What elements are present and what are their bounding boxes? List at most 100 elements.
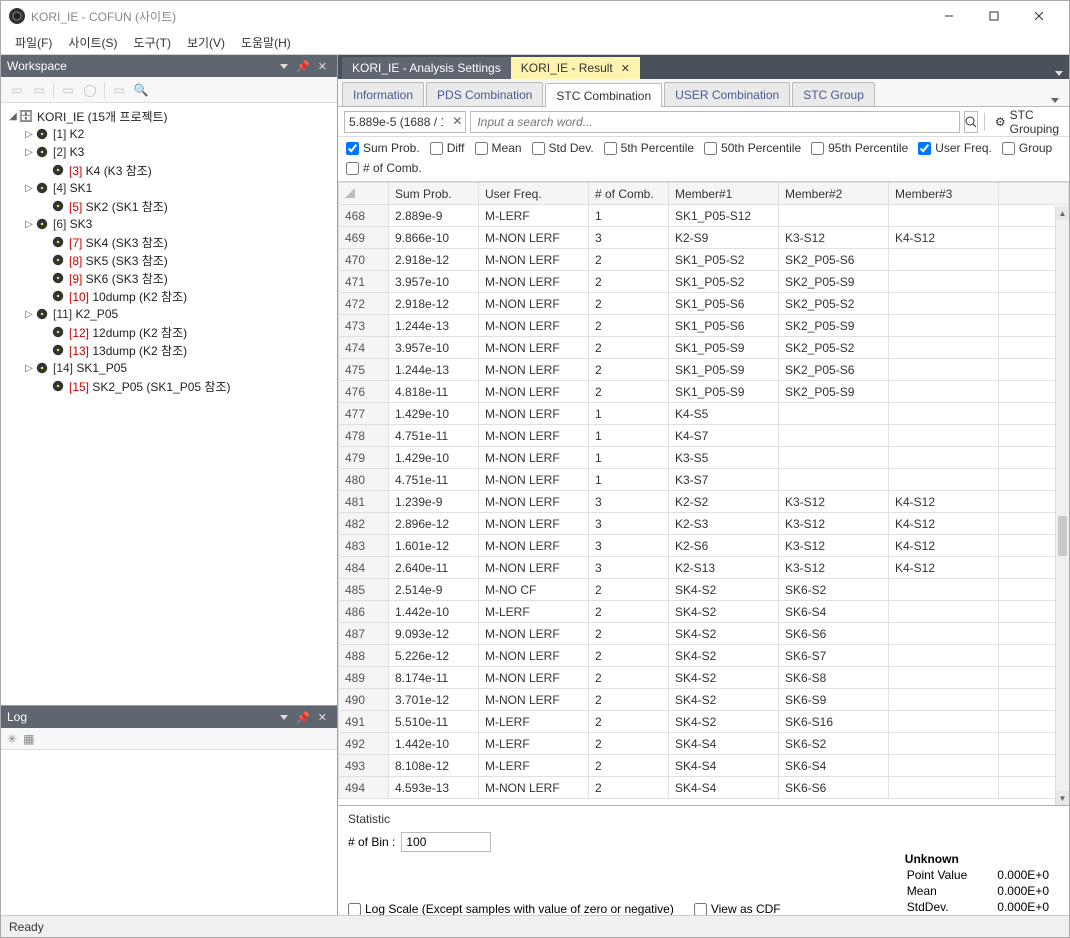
check-sum-prob[interactable]: Sum Prob.	[346, 141, 420, 155]
table-row[interactable]: 4879.093e-12M-NON LERF2SK4-S2SK6-S6	[339, 623, 1069, 645]
tab-stc-group[interactable]: STC Group	[792, 82, 875, 106]
menu-view[interactable]: 보기(V)	[179, 31, 233, 54]
table-row[interactable]: 4713.957e-10M-NON LERF2SK1_P05-S2SK2_P05…	[339, 271, 1069, 293]
tree-item[interactable]: ▷[2] K3	[3, 143, 335, 161]
col-extra[interactable]	[999, 183, 1069, 205]
scroll-up-icon[interactable]: ▲	[1056, 206, 1069, 220]
tree-item[interactable]: [8] SK5 (SK3 참조)	[3, 251, 335, 269]
table-row[interactable]: 4804.751e-11M-NON LERF1K3-S7	[339, 469, 1069, 491]
table-row[interactable]: 4903.701e-12M-NON LERF2SK4-S2SK6-S9	[339, 689, 1069, 711]
tab-pds-combination[interactable]: PDS Combination	[426, 82, 543, 106]
table-row[interactable]: 4764.818e-11M-NON LERF2SK1_P05-S9SK2_P05…	[339, 381, 1069, 403]
table-row[interactable]: 4852.514e-9M-NO CF2SK4-S2SK6-S2	[339, 579, 1069, 601]
tree-item[interactable]: ▷[14] SK1_P05	[3, 359, 335, 377]
search-button[interactable]	[964, 111, 978, 133]
toolbar-btn-6[interactable]: 🔍	[131, 80, 151, 100]
log-close-icon[interactable]: ✕	[314, 711, 331, 724]
col-user-freq[interactable]: User Freq.	[479, 183, 589, 205]
menu-site[interactable]: 사이트(S)	[60, 31, 125, 54]
tree-item[interactable]: ▷[11] K2_P05	[3, 305, 335, 323]
minimize-button[interactable]	[926, 1, 971, 31]
workspace-pin-icon[interactable]: 📌	[292, 60, 314, 73]
tab-information[interactable]: Information	[342, 82, 424, 106]
check-mean[interactable]: Mean	[475, 141, 522, 155]
table-row[interactable]: 4915.510e-11M-LERF2SK4-S2SK6-S16	[339, 711, 1069, 733]
col-num-comb[interactable]: # of Comb.	[589, 183, 669, 205]
table-row[interactable]: 4784.751e-11M-NON LERF1K4-S7	[339, 425, 1069, 447]
workspace-dropdown-icon[interactable]	[276, 60, 292, 72]
log-dropdown-icon[interactable]	[276, 711, 292, 723]
scroll-thumb[interactable]	[1058, 516, 1067, 556]
tree-item[interactable]: ▷[6] SK3	[3, 215, 335, 233]
check-num-comb[interactable]: # of Comb.	[346, 161, 422, 175]
tree-item[interactable]: [10] 10dump (K2 참조)	[3, 287, 335, 305]
table-row[interactable]: 4898.174e-11M-NON LERF2SK4-S2SK6-S8	[339, 667, 1069, 689]
check-5th[interactable]: 5th Percentile	[604, 141, 694, 155]
tab-user-combination[interactable]: USER Combination	[664, 82, 790, 106]
tree-root[interactable]: ◢ 🗄 KORI_IE (15개 프로젝트)	[3, 107, 335, 125]
check-log-scale[interactable]: Log Scale (Except samples with value of …	[348, 902, 674, 916]
check-diff[interactable]: Diff	[430, 141, 465, 155]
table-row[interactable]: 4822.896e-12M-NON LERF3K2-S3K3-S12K4-S12	[339, 513, 1069, 535]
log-btn-clear[interactable]: ✳	[7, 732, 17, 746]
check-std-dev[interactable]: Std Dev.	[532, 141, 594, 155]
col-member-2[interactable]: Member#2	[779, 183, 889, 205]
close-tab-icon[interactable]: ✕	[621, 62, 630, 75]
table-row[interactable]: 4682.889e-9M-LERF1SK1_P05-S12	[339, 205, 1069, 227]
tree-item[interactable]: ▷[1] K2	[3, 125, 335, 143]
table-row[interactable]: 4842.640e-11M-NON LERF3K2-S13K3-S12K4-S1…	[339, 557, 1069, 579]
toolbar-btn-2[interactable]: ▭	[29, 80, 49, 100]
toolbar-btn-5[interactable]: ▭	[109, 80, 129, 100]
toolbar-btn-1[interactable]: ▭	[7, 80, 27, 100]
menu-help[interactable]: 도움말(H)	[233, 31, 299, 54]
tree-item[interactable]: ▷[4] SK1	[3, 179, 335, 197]
table-row[interactable]: 4938.108e-12M-LERF2SK4-S4SK6-S4	[339, 755, 1069, 777]
col-member-3[interactable]: Member#3	[889, 183, 999, 205]
workspace-close-icon[interactable]: ✕	[314, 60, 331, 73]
col-member-1[interactable]: Member#1	[669, 183, 779, 205]
table-row[interactable]: 4722.918e-12M-NON LERF2SK1_P05-S6SK2_P05…	[339, 293, 1069, 315]
tab-stc-combination[interactable]: STC Combination	[545, 83, 662, 107]
table-row[interactable]: 4791.429e-10M-NON LERF1K3-S5	[339, 447, 1069, 469]
col-sum-prob[interactable]: Sum Prob.	[389, 183, 479, 205]
bin-input[interactable]	[401, 832, 491, 852]
scroll-down-icon[interactable]: ▼	[1056, 791, 1069, 805]
tab-analysis-settings[interactable]: KORI_IE - Analysis Settings	[342, 57, 511, 79]
check-view-cdf[interactable]: View as CDF	[694, 902, 781, 916]
toolbar-btn-3[interactable]: ▭	[58, 80, 78, 100]
table-row[interactable]: 4731.244e-13M-NON LERF2SK1_P05-S6SK2_P05…	[339, 315, 1069, 337]
tab-result[interactable]: KORI_IE - Result ✕	[511, 57, 640, 79]
filter-input[interactable]	[344, 111, 466, 133]
tree-item[interactable]: [12] 12dump (K2 참조)	[3, 323, 335, 341]
result-table[interactable]: Sum Prob. User Freq. # of Comb. Member#1…	[338, 182, 1069, 799]
check-user-freq[interactable]: User Freq.	[918, 141, 992, 155]
table-row[interactable]: 4743.957e-10M-NON LERF2SK1_P05-S9SK2_P05…	[339, 337, 1069, 359]
menu-file[interactable]: 파일(F)	[7, 31, 60, 54]
check-group[interactable]: Group	[1002, 141, 1052, 155]
maximize-button[interactable]	[971, 1, 1016, 31]
check-95th[interactable]: 95th Percentile	[811, 141, 908, 155]
table-row[interactable]: 4885.226e-12M-NON LERF2SK4-S2SK6-S7	[339, 645, 1069, 667]
search-input[interactable]	[470, 111, 960, 133]
tree-item[interactable]: [3] K4 (K3 참조)	[3, 161, 335, 179]
tree-item[interactable]: [7] SK4 (SK3 참조)	[3, 233, 335, 251]
inner-tabs-options-icon[interactable]	[1045, 92, 1065, 106]
log-btn-list[interactable]: ▦	[23, 732, 34, 746]
tree-item[interactable]: [15] SK2_P05 (SK1_P05 참조)	[3, 377, 335, 395]
table-row[interactable]: 4944.593e-13M-NON LERF2SK4-S4SK6-S6	[339, 777, 1069, 799]
table-row[interactable]: 4921.442e-10M-LERF2SK4-S4SK6-S2	[339, 733, 1069, 755]
check-50th[interactable]: 50th Percentile	[704, 141, 801, 155]
col-corner[interactable]	[339, 183, 389, 205]
doc-tabs-overflow-icon[interactable]	[1049, 65, 1069, 79]
table-row[interactable]: 4811.239e-9M-NON LERF3K2-S2K3-S12K4-S12	[339, 491, 1069, 513]
table-row[interactable]: 4702.918e-12M-NON LERF2SK1_P05-S2SK2_P05…	[339, 249, 1069, 271]
table-row[interactable]: 4771.429e-10M-NON LERF1K4-S5	[339, 403, 1069, 425]
project-tree[interactable]: ◢ 🗄 KORI_IE (15개 프로젝트) ▷[1] K2▷[2] K3[3]…	[1, 103, 337, 705]
toolbar-btn-4[interactable]: ◯	[80, 80, 100, 100]
vertical-scrollbar[interactable]: ▲ ▼	[1055, 206, 1069, 805]
table-row[interactable]: 4831.601e-12M-NON LERF3K2-S6K3-S12K4-S12	[339, 535, 1069, 557]
table-row[interactable]: 4699.866e-10M-NON LERF3K2-S9K3-S12K4-S12	[339, 227, 1069, 249]
table-row[interactable]: 4861.442e-10M-LERF2SK4-S2SK6-S4	[339, 601, 1069, 623]
tree-item[interactable]: [5] SK2 (SK1 참조)	[3, 197, 335, 215]
stc-grouping-button[interactable]: ⚙ STC Grouping	[991, 111, 1063, 133]
